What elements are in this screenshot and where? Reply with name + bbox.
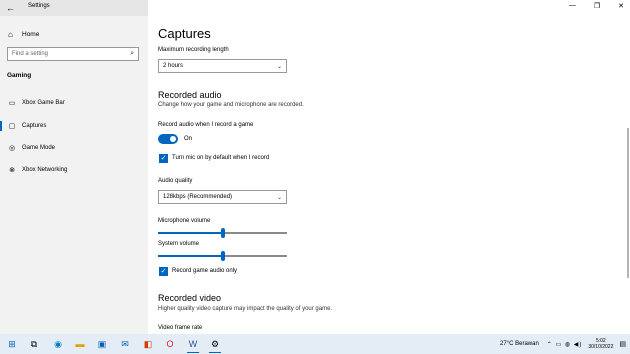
system-volume-slider[interactable] <box>158 251 287 261</box>
dropdown-value: 2 hours <box>163 63 184 69</box>
sidebar-item-label: Captures <box>22 123 47 129</box>
active-app-indicator <box>209 352 221 353</box>
notification-icon[interactable]: ▤ <box>619 340 626 348</box>
sidebar-item-xbox-networking[interactable]: ⊗ Xbox Networking <box>0 163 148 177</box>
dropdown-value: 128kbps (Recommended) <box>163 194 233 200</box>
sidebar-item-home[interactable]: ⌂ Home <box>8 28 39 40</box>
date-text: 30/10/2022 <box>588 344 614 350</box>
minimize-icon[interactable]: — <box>569 2 576 10</box>
audio-quality-dropdown[interactable]: 128kbps (Recommended) ⌄ <box>158 190 287 204</box>
record-audio-toggle[interactable] <box>158 134 178 144</box>
xbox-icon: ▭ <box>8 100 16 107</box>
sidebar-item-label: Xbox Game Bar <box>22 100 65 106</box>
weather-widget[interactable]: 27°C Berawan <box>500 341 539 347</box>
xbox-icon: ⊗ <box>9 167 15 174</box>
recorded-video-heading: Recorded video <box>158 293 222 303</box>
max-length-label: Maximum recording length <box>158 47 229 53</box>
search-icon: ⌕ <box>130 50 134 57</box>
gamemode-icon: ◎ <box>8 145 16 152</box>
tray-icons[interactable]: ⌃ ▭ ◍ ◀) <box>547 341 583 348</box>
section-title-gaming: Gaming <box>7 72 32 79</box>
title-bar: ← Settings <box>0 0 148 16</box>
settings-window: ← Settings ⌂ Home Find a setting ⌕ Gamin… <box>0 0 630 334</box>
main-pane: — ❐ ✕ Captures Maximum recording length … <box>148 0 630 334</box>
slider-thumb[interactable] <box>220 228 225 238</box>
sidebar: ← Settings ⌂ Home Find a setting ⌕ Gamin… <box>0 0 148 334</box>
active-indicator <box>0 121 2 131</box>
mic-volume-label: Microphone volume <box>158 218 211 224</box>
maximize-icon[interactable]: ❐ <box>594 2 600 10</box>
opera-icon[interactable]: O <box>164 338 176 350</box>
office-icon[interactable]: ◧ <box>142 338 154 350</box>
active-app-indicator <box>187 352 199 353</box>
gear-icon[interactable]: ⚙ <box>209 338 221 350</box>
mic-default-label: Turn mic on by default when I record <box>172 155 270 161</box>
slider-fill <box>158 255 223 257</box>
taskbar: ⊞ ⧉ ◉ ▬ ▣ ✉ ◧ O W ⚙ 27°C Berawan ⌃ ▭ ◍ ◀… <box>0 334 630 354</box>
home-label: Home <box>22 30 40 38</box>
slider-thumb[interactable] <box>220 251 225 261</box>
game-audio-only-checkbox[interactable]: ✓ <box>159 267 168 276</box>
toggle-knob <box>170 136 176 142</box>
system-volume-label: System volume <box>158 241 200 247</box>
sidebar-item-label: Xbox Networking <box>22 167 68 173</box>
recorded-audio-heading: Recorded audio <box>158 90 222 100</box>
recorded-video-description: Higher quality video capture may impact … <box>158 306 333 312</box>
game-audio-only-label: Record game audio only <box>172 268 238 274</box>
sidebar-item-captures[interactable]: ▢ Captures <box>0 119 148 133</box>
search-input[interactable]: Find a setting ⌕ <box>7 47 139 61</box>
audio-quality-label: Audio quality <box>158 178 193 184</box>
task-view-icon[interactable]: ⧉ <box>28 338 40 350</box>
scrollbar[interactable] <box>627 128 629 278</box>
chevron-down-icon: ⌄ <box>276 63 282 70</box>
file-explorer-icon[interactable]: ▬ <box>74 338 86 350</box>
page-title: Captures <box>158 26 211 41</box>
mic-volume-slider[interactable] <box>158 228 287 238</box>
recorded-audio-description: Change how your game and microphone are … <box>158 102 304 108</box>
chevron-down-icon: ⌄ <box>276 194 282 201</box>
sidebar-item-game-mode[interactable]: ◎ Game Mode <box>0 141 148 155</box>
windows-start-icon[interactable]: ⊞ <box>6 338 18 350</box>
mic-default-checkbox[interactable]: ✓ <box>159 154 168 163</box>
clock[interactable]: 5:02 30/10/2022 <box>588 338 613 350</box>
system-tray: 27°C Berawan ⌃ ▭ ◍ ◀) 5:02 30/10/2022 ▤ <box>500 334 630 354</box>
frame-rate-label: Video frame rate <box>158 325 203 331</box>
toggle-state: On <box>184 136 193 142</box>
store-icon[interactable]: ▣ <box>96 338 108 350</box>
edge-icon[interactable]: ◉ <box>52 338 64 350</box>
search-placeholder: Find a setting <box>12 51 49 57</box>
window-controls: — ❐ ✕ <box>569 2 624 10</box>
mail-icon[interactable]: ✉ <box>119 338 131 350</box>
slider-fill <box>158 232 223 234</box>
word-icon[interactable]: W <box>187 338 199 350</box>
app-title: Settings <box>28 3 50 9</box>
capture-icon: ▢ <box>8 123 16 130</box>
back-arrow-icon[interactable]: ← <box>6 2 18 14</box>
record-audio-label: Record audio when I record a game <box>158 122 254 128</box>
close-icon[interactable]: ✕ <box>618 2 624 10</box>
sidebar-item-label: Game Mode <box>22 145 56 151</box>
max-length-dropdown[interactable]: 2 hours ⌄ <box>158 59 287 73</box>
sidebar-item-xbox-game-bar[interactable]: ▭ Xbox Game Bar <box>0 96 148 110</box>
home-icon: ⌂ <box>8 29 13 39</box>
